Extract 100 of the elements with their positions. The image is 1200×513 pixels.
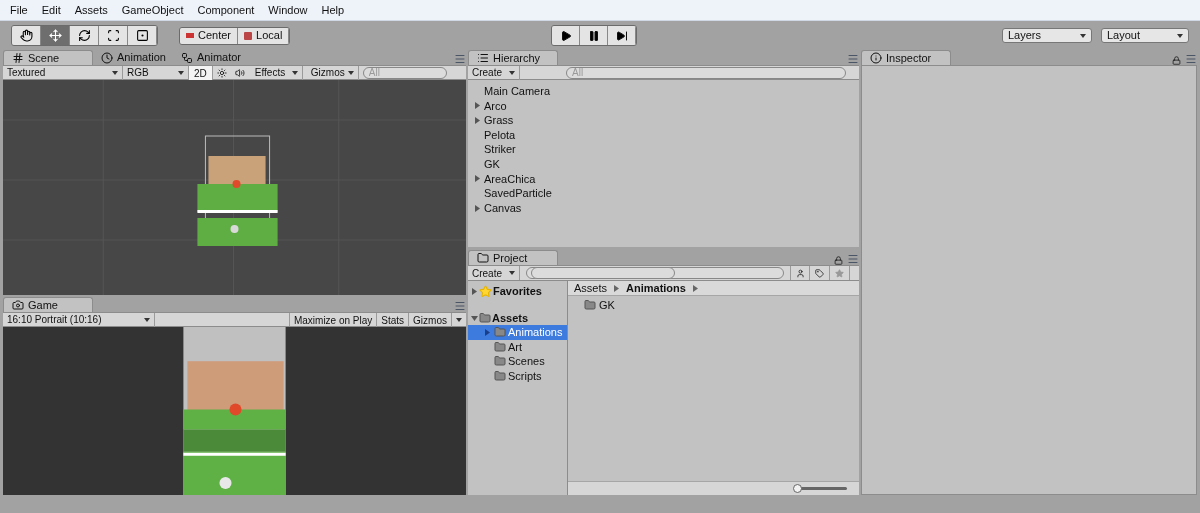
- breadcrumb-arrow-icon[interactable]: [613, 284, 620, 292]
- panel-tab[interactable]: Hierarchy: [468, 50, 558, 65]
- search-field[interactable]: All: [566, 66, 846, 79]
- caret-icon: [1177, 33, 1183, 38]
- hierarchy-item[interactable]: AreaChica: [484, 170, 536, 188]
- expand-arrow-icon[interactable]: [474, 117, 481, 124]
- breadcrumb-item[interactable]: Animations: [626, 279, 686, 297]
- star-icon: [479, 284, 492, 298]
- lock-icon[interactable]: [1172, 56, 1181, 65]
- caret-icon: [456, 317, 462, 322]
- search-field[interactable]: [531, 267, 675, 279]
- expand-arrow-icon[interactable]: [474, 175, 481, 183]
- pivot-button[interactable]: Local: [238, 27, 290, 44]
- clock-icon: [101, 51, 113, 64]
- lock-icon[interactable]: [834, 256, 843, 265]
- panel-menu-icon[interactable]: [847, 53, 859, 65]
- folder-icon: [494, 340, 506, 353]
- gizmos-dropdown[interactable]: Gizmos: [306, 65, 359, 80]
- filter-type-button[interactable]: [790, 266, 810, 280]
- asset-item[interactable]: GK: [599, 296, 615, 314]
- hierarchy-item[interactable]: GK: [484, 156, 500, 173]
- step-icon: [615, 29, 628, 42]
- expand-arrow-icon[interactable]: [474, 204, 481, 212]
- create-dropdown[interactable]: Create: [468, 266, 520, 280]
- menu-item[interactable]: Assets: [74, 1, 108, 19]
- play-button[interactable]: [552, 26, 581, 45]
- camera-icon: [12, 299, 24, 311]
- rotate-icon: [77, 29, 91, 42]
- folder-icon: [494, 326, 506, 339]
- panel-menu-icon[interactable]: [454, 53, 466, 65]
- caret-icon: [144, 317, 150, 322]
- play-icon: [559, 29, 572, 42]
- search-field[interactable]: [526, 267, 784, 279]
- panel-tab[interactable]: Scene: [3, 50, 93, 65]
- move-icon: [48, 29, 62, 42]
- create-dropdown[interactable]: Create: [468, 65, 520, 80]
- folder-icon: [494, 355, 506, 368]
- game-view-button[interactable]: Maximize on Play: [289, 312, 378, 327]
- caret-icon: [347, 70, 354, 75]
- menu-item[interactable]: Component: [197, 1, 255, 19]
- tree-row[interactable]: Art: [468, 339, 567, 355]
- tree-row[interactable]: Scenes: [468, 354, 567, 369]
- menu-item[interactable]: Window: [268, 1, 308, 19]
- nodes-icon: [181, 51, 193, 64]
- tool-button[interactable]: [70, 26, 99, 45]
- search-field[interactable]: All: [362, 66, 447, 79]
- 2d-toggle[interactable]: 2D: [189, 65, 213, 80]
- layout-dropdown[interactable]: Layout: [1101, 28, 1189, 43]
- tool-button[interactable]: [99, 26, 128, 45]
- tree-row[interactable]: Animations: [468, 325, 567, 340]
- menu-item[interactable]: Help: [321, 1, 345, 19]
- hierarchy-item[interactable]: Pelota: [484, 126, 516, 144]
- hierarchy-item[interactable]: Arco: [484, 97, 507, 115]
- hierarchy-item[interactable]: Grass: [484, 112, 514, 129]
- folder-icon: [584, 299, 596, 311]
- breadcrumb-item[interactable]: Assets: [574, 279, 607, 297]
- panel-tab[interactable]: Game: [3, 297, 93, 312]
- panel-tab[interactable]: Inspector: [861, 50, 951, 65]
- pivot-button[interactable]: Center: [180, 27, 239, 44]
- pause-button[interactable]: [580, 26, 609, 45]
- game-view-button[interactable]: Gizmos: [409, 312, 452, 327]
- effects-dropdown[interactable]: Effects: [250, 65, 303, 80]
- panel-menu-icon[interactable]: [847, 253, 859, 265]
- tree-row[interactable]: Scripts: [468, 368, 567, 384]
- panel-tab[interactable]: Animation: [93, 50, 173, 65]
- tree-item[interactable]: Favorites: [493, 282, 542, 300]
- layers-dropdown[interactable]: Layers: [1002, 28, 1092, 43]
- breadcrumb-arrow-icon[interactable]: [691, 284, 699, 292]
- hierarchy-item[interactable]: SavedParticle: [484, 185, 552, 202]
- hierarchy-item[interactable]: Striker: [484, 141, 516, 158]
- hand-icon: [19, 29, 33, 42]
- panel-menu-icon[interactable]: [1185, 53, 1197, 65]
- panel-tab[interactable]: Project: [468, 250, 558, 265]
- tool-button[interactable]: [128, 26, 157, 45]
- pause-icon: [587, 29, 600, 42]
- lighting-icon[interactable]: [216, 67, 227, 78]
- menu-item[interactable]: File: [10, 1, 28, 19]
- caret-icon: [112, 70, 118, 75]
- menu-item[interactable]: GameObject: [121, 1, 184, 19]
- aspect-dropdown[interactable]: 16:10 Portrait (10:16): [3, 312, 155, 327]
- tree-item[interactable]: Assets: [492, 309, 529, 327]
- folder-icon: [477, 252, 489, 264]
- grid-icon: [12, 52, 24, 64]
- draw-mode-dropdown[interactable]: Textured: [3, 65, 123, 80]
- panel-tab[interactable]: Animator: [173, 50, 253, 65]
- hierarchy-item[interactable]: Main Camera: [484, 83, 551, 100]
- expand-arrow-icon[interactable]: [471, 287, 478, 295]
- hierarchy-item[interactable]: Canvas: [484, 199, 522, 217]
- tree-item-label: Art: [508, 339, 523, 355]
- game-view-button[interactable]: Stats: [377, 312, 410, 327]
- menu-item[interactable]: Edit: [41, 1, 61, 19]
- expand-arrow-icon[interactable]: [484, 328, 491, 336]
- rect-icon: [135, 29, 149, 42]
- tree-item-label: Scripts: [508, 368, 542, 384]
- expand-arrow-icon[interactable]: [474, 102, 481, 110]
- audio-icon[interactable]: [234, 67, 245, 78]
- slider-thumb[interactable]: [793, 484, 802, 493]
- step-button[interactable]: [608, 26, 637, 45]
- tool-button[interactable]: [12, 26, 41, 45]
- expand-arrow-icon[interactable]: [471, 314, 478, 322]
